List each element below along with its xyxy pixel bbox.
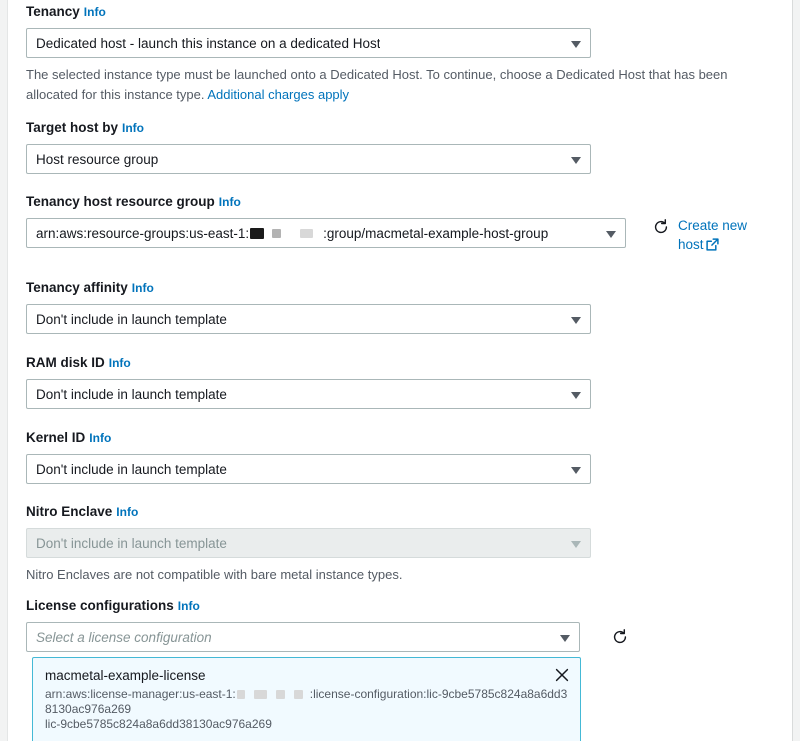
- nitro-enclave-select: Don't include in launch template: [26, 528, 591, 558]
- redaction-block: [250, 228, 264, 239]
- chevron-down-icon: [571, 392, 581, 399]
- tenancy-host-resource-group-label: Tenancy host resource group Info: [26, 194, 626, 210]
- license-configurations-info-link[interactable]: Info: [178, 599, 200, 613]
- redaction-block: [294, 690, 303, 699]
- tenancy-affinity-select-value: Don't include in launch template: [36, 312, 227, 327]
- create-new-host-link[interactable]: Create new host: [678, 216, 756, 256]
- target-host-by-info-link[interactable]: Info: [122, 121, 144, 135]
- target-host-by-select-value: Host resource group: [36, 152, 158, 167]
- arn-suffix: :group/macmetal-example-host-group: [323, 226, 548, 241]
- selected-license-name: macmetal-example-license: [45, 667, 569, 685]
- redaction-block: [254, 690, 267, 699]
- nitro-enclave-description: Nitro Enclaves are not compatible with b…: [26, 565, 591, 585]
- license-configurations-label: License configurations Info: [26, 598, 591, 614]
- tenancy-description: The selected instance type must be launc…: [26, 65, 774, 105]
- license-refresh-icon[interactable]: [611, 628, 629, 646]
- ram-disk-id-label-text: RAM disk ID: [26, 355, 105, 370]
- kernel-id-label: Kernel ID Info: [26, 430, 591, 446]
- field-target-host-by: Target host by Info Host resource group: [26, 120, 591, 174]
- tenancy-description-text: The selected instance type must be launc…: [26, 67, 728, 102]
- field-tenancy-host-resource-group: Tenancy host resource group Info arn:aws:…: [26, 194, 626, 248]
- tenancy-label-text: Tenancy: [26, 4, 80, 19]
- tenancy-affinity-label: Tenancy affinity Info: [26, 280, 591, 296]
- tenancy-label: Tenancy Info: [26, 4, 591, 20]
- ram-disk-id-select[interactable]: Don't include in launch template: [26, 379, 591, 409]
- ram-disk-id-select-value: Don't include in launch template: [36, 387, 227, 402]
- chevron-down-icon: [571, 467, 581, 474]
- chevron-down-icon: [571, 41, 581, 48]
- ram-disk-id-label: RAM disk ID Info: [26, 355, 591, 371]
- target-host-by-label-text: Target host by: [26, 120, 118, 135]
- license-arn-prefix: arn:aws:license-manager:us-east-1:: [45, 687, 236, 701]
- tenancy-host-resource-group-value: arn:aws:resource-groups:us-east-1: :group…: [36, 226, 548, 241]
- tenancy-affinity-info-link[interactable]: Info: [132, 281, 154, 295]
- field-tenancy: Tenancy Info Dedicated host - launch this…: [26, 4, 591, 105]
- tenancy-affinity-select[interactable]: Don't include in launch template: [26, 304, 591, 334]
- tenancy-select[interactable]: Dedicated host - launch this instance on…: [26, 28, 591, 58]
- content-panel: Tenancy Info Dedicated host - launch this…: [7, 0, 793, 741]
- chevron-down-icon: [571, 317, 581, 324]
- close-icon[interactable]: [553, 666, 571, 684]
- target-host-by-label: Target host by Info: [26, 120, 591, 136]
- chevron-down-icon: [571, 541, 581, 548]
- tenancy-info-link[interactable]: Info: [84, 5, 106, 19]
- screen: Tenancy Info Dedicated host - launch this…: [0, 0, 800, 741]
- kernel-id-select[interactable]: Don't include in launch template: [26, 454, 591, 484]
- field-kernel-id: Kernel ID Info Don't include in launch te…: [26, 430, 591, 484]
- license-configurations-label-text: License configurations: [26, 598, 174, 613]
- license-configurations-select[interactable]: Select a license configuration: [26, 622, 580, 652]
- tenancy-affinity-label-text: Tenancy affinity: [26, 280, 128, 295]
- field-tenancy-affinity: Tenancy affinity Info Don't include in la…: [26, 280, 591, 334]
- refresh-icon[interactable]: [652, 218, 670, 236]
- nitro-enclave-info-link[interactable]: Info: [116, 505, 138, 519]
- tenancy-select-value: Dedicated host - launch this instance on…: [36, 36, 380, 51]
- field-license-configurations: License configurations Info Select a lice…: [26, 598, 591, 652]
- tenancy-host-resource-group-info-link[interactable]: Info: [219, 195, 241, 209]
- selected-license-id: lic-9cbe5785c824a8a6dd38130ac976a269: [45, 717, 569, 732]
- field-ram-disk-id: RAM disk ID Info Don't include in launch …: [26, 355, 591, 409]
- chevron-down-icon: [571, 157, 581, 164]
- tenancy-host-resource-group-label-text: Tenancy host resource group: [26, 194, 215, 209]
- selected-license-arn: arn:aws:license-manager:us-east-1::licen…: [45, 687, 569, 717]
- chevron-down-icon: [606, 231, 616, 238]
- nitro-enclave-select-value: Don't include in launch template: [36, 536, 227, 551]
- external-link-icon: [706, 237, 719, 256]
- kernel-id-select-value: Don't include in launch template: [36, 462, 227, 477]
- chevron-down-icon: [560, 635, 570, 642]
- arn-prefix: arn:aws:resource-groups:us-east-1:: [36, 226, 249, 241]
- redaction-block: [300, 229, 313, 238]
- additional-charges-link[interactable]: Additional charges apply: [207, 87, 349, 102]
- field-nitro-enclave: Nitro Enclave Info Don't include in launc…: [26, 504, 591, 585]
- license-configurations-placeholder: Select a license configuration: [36, 630, 212, 645]
- redaction-block: [276, 690, 285, 699]
- ram-disk-id-info-link[interactable]: Info: [109, 356, 131, 370]
- create-new-host-action: Create new host: [652, 216, 756, 256]
- selected-license-token: macmetal-example-license arn:aws:license…: [32, 657, 581, 741]
- redaction-block: [272, 229, 281, 238]
- redaction-block: [237, 690, 245, 699]
- tenancy-host-resource-group-select[interactable]: arn:aws:resource-groups:us-east-1: :group…: [26, 218, 626, 248]
- nitro-enclave-label-text: Nitro Enclave: [26, 504, 112, 519]
- nitro-enclave-label: Nitro Enclave Info: [26, 504, 591, 520]
- kernel-id-label-text: Kernel ID: [26, 430, 85, 445]
- kernel-id-info-link[interactable]: Info: [89, 431, 111, 445]
- target-host-by-select[interactable]: Host resource group: [26, 144, 591, 174]
